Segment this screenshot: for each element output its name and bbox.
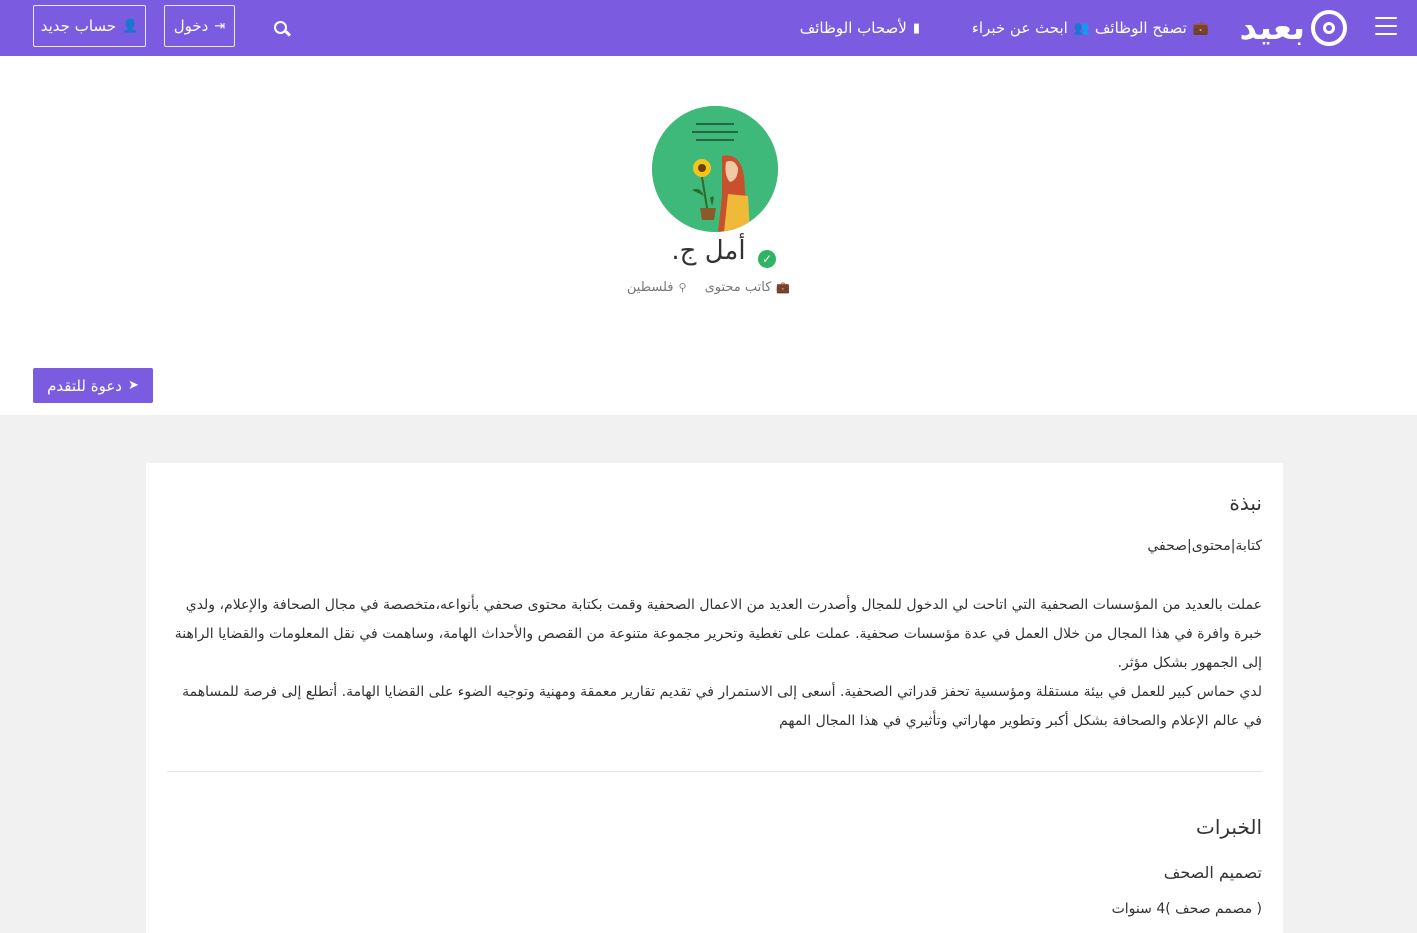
- user-plus-icon: 👤: [122, 18, 139, 34]
- top-navbar: بعيد 💼 تصفح الوظائف 👥 ابحث عن خبراء ▮ لأ…: [0, 0, 1417, 56]
- nav-browse-jobs-label: تصفح الوظائف: [1094, 19, 1187, 37]
- profile-job: 💼 كاتب محتوى: [705, 280, 791, 295]
- profile-details-card: نبذة كتابة|محتوى|صحفي عملت بالعديد من ال…: [146, 463, 1283, 933]
- menu-icon[interactable]: [1375, 17, 1397, 35]
- nav-find-experts[interactable]: 👥 ابحث عن خبراء: [972, 0, 1090, 56]
- about-title: نبذة: [1229, 491, 1262, 515]
- avatar-illustration: [652, 106, 778, 232]
- login-label: دخول: [173, 17, 209, 35]
- building-icon: ▮: [912, 20, 920, 36]
- experience-item-meta: ( مصمم صحف )4 سنوات: [1111, 901, 1262, 917]
- logo-text: بعيد: [1239, 8, 1306, 48]
- nav-employers[interactable]: ▮ لأصحاب الوظائف: [800, 0, 920, 56]
- about-body: عملت بالعديد من المؤسسات الصحفية التي ات…: [167, 591, 1262, 736]
- profile-meta: 💼 كاتب محتوى ⚲ فلسطين: [0, 280, 1417, 295]
- invite-label: دعوة للتقدم: [47, 376, 122, 395]
- profile-section: ✓ أمل ج. 💼 كاتب محتوى ⚲ فلسطين ➤ دعوة لل…: [0, 56, 1417, 415]
- profile-location-label: فلسطين: [626, 280, 674, 295]
- about-paragraph: لدي حماس كبير للعمل في بيئة مستقلة ومؤسس…: [182, 684, 1262, 729]
- signup-button[interactable]: 👤 حساب جديد: [33, 5, 146, 47]
- signup-label: حساب جديد: [40, 17, 117, 35]
- nav-browse-jobs[interactable]: 💼 تصفح الوظائف: [1095, 0, 1209, 56]
- profile-location: ⚲ فلسطين: [627, 280, 687, 295]
- paper-plane-icon: ➤: [127, 378, 139, 393]
- nav-find-experts-label: ابحث عن خبراء: [971, 19, 1068, 37]
- nav-employers-label: لأصحاب الوظائف: [799, 19, 907, 37]
- experience-item-name: تصميم الصحف: [1163, 863, 1262, 882]
- users-icon: 👥: [1073, 20, 1090, 36]
- briefcase-icon: 💼: [1192, 20, 1209, 36]
- sign-in-icon: ⇥: [214, 18, 226, 34]
- invite-to-apply-button[interactable]: ➤ دعوة للتقدم: [33, 368, 153, 403]
- profile-job-label: كاتب محتوى: [704, 280, 772, 295]
- experience-title: الخبرات: [1195, 815, 1262, 839]
- briefcase-icon: 💼: [776, 281, 791, 294]
- map-marker-icon: ⚲: [678, 281, 687, 294]
- divider: [167, 771, 1262, 772]
- search-icon[interactable]: [268, 15, 292, 39]
- avatar: [652, 106, 778, 232]
- about-paragraph: عملت بالعديد من المؤسسات الصحفية التي ات…: [174, 597, 1262, 671]
- profile-name: أمل ج.: [671, 236, 746, 266]
- site-logo[interactable]: بعيد: [1240, 6, 1347, 50]
- about-subtitle: كتابة|محتوى|صحفي: [1147, 538, 1262, 554]
- logo-mark-icon: [1311, 10, 1347, 46]
- login-button[interactable]: ⇥ دخول: [164, 5, 235, 47]
